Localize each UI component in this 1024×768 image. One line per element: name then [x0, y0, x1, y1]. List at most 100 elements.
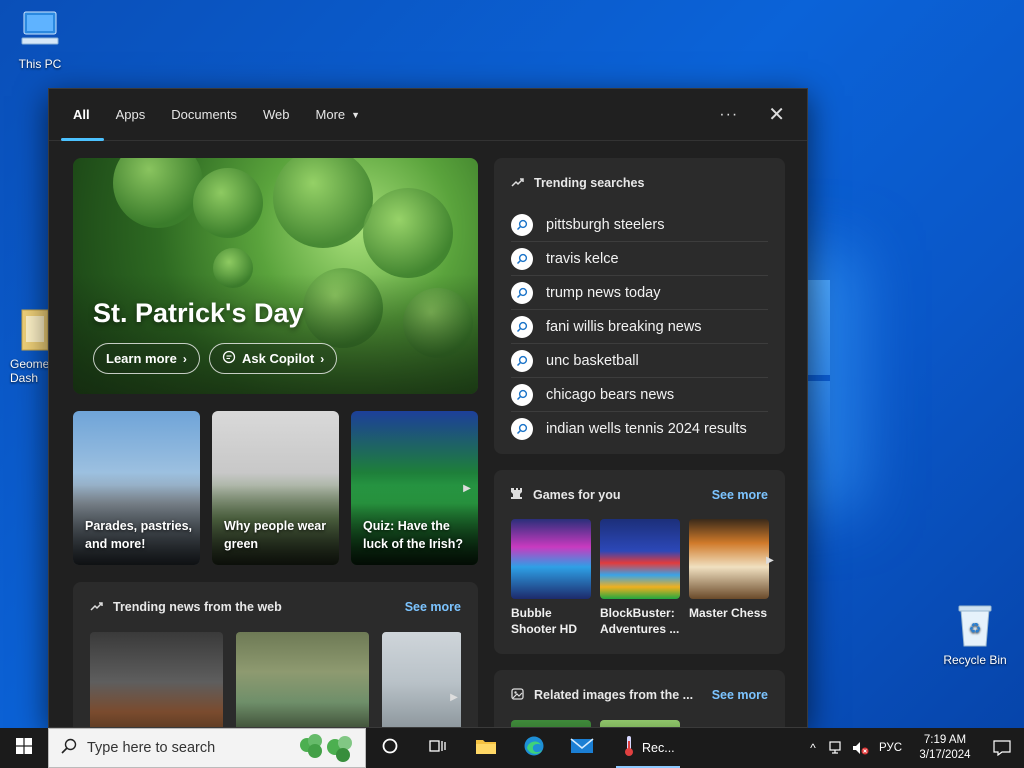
carousel-next-icon[interactable]: ▶ — [447, 688, 461, 706]
desktop-icon-label: This PC — [18, 57, 62, 71]
related-image-list — [511, 720, 701, 727]
game-tile[interactable]: BlockBuster: Adventures ... — [600, 519, 680, 637]
game-title: BlockBuster: Adventures ... — [600, 606, 680, 636]
more-options-icon[interactable]: ··· — [719, 106, 738, 124]
trending-search-text: travis kelce — [546, 250, 619, 267]
notification-icon[interactable] — [980, 740, 1024, 756]
clover-decoration — [193, 168, 263, 238]
trending-search-text: indian wells tennis 2024 results — [546, 421, 747, 437]
task-view-icon — [429, 739, 447, 758]
taskbar: Type here to search Rec... ^ РУС 7:19 AM… — [0, 728, 1024, 768]
tab-all[interactable]: All — [61, 89, 103, 141]
related-image[interactable] — [600, 720, 680, 727]
tab-documents[interactable]: Documents — [171, 89, 237, 141]
mail-button[interactable] — [558, 728, 606, 768]
recycle-bin-icon: ♻ — [937, 602, 1013, 651]
desktop-icon-this-pc[interactable]: This PC — [2, 10, 78, 71]
tab-label: Documents — [171, 107, 238, 122]
clover-decoration — [113, 158, 203, 228]
card-label: Why people wear green — [224, 519, 327, 551]
search-panel: All Apps Documents Web More ▼ ··· ✕ St. P… — [48, 88, 808, 728]
carousel-next-icon[interactable]: ▶ — [460, 479, 474, 497]
game-title: Bubble Shooter HD — [511, 606, 577, 636]
image-icon — [511, 687, 524, 703]
network-icon[interactable] — [825, 741, 849, 755]
task-view-button[interactable] — [414, 728, 462, 768]
cortana-button[interactable] — [366, 728, 414, 768]
trending-search-text: trump news today — [546, 284, 661, 301]
story-card[interactable]: Why people wear green — [212, 411, 339, 565]
language-indicator[interactable]: РУС — [879, 742, 902, 754]
trending-search-item[interactable]: chicago bears news — [511, 378, 768, 412]
section-title: Related images from the ... — [534, 688, 694, 702]
tab-apps[interactable]: Apps — [116, 89, 146, 141]
related-images-section: Related images from the ... See more — [494, 670, 785, 727]
trending-search-item[interactable]: trump news today — [511, 276, 768, 310]
edge-icon — [523, 735, 545, 762]
game-tile[interactable]: Bubble Shooter HD — [511, 519, 591, 637]
search-icon — [61, 738, 77, 758]
tab-label: All — [73, 107, 90, 122]
related-image[interactable] — [511, 720, 591, 727]
file-explorer-button[interactable] — [462, 728, 510, 768]
see-more-link[interactable]: See more — [712, 488, 768, 502]
game-art-bubble-shooter — [511, 519, 591, 599]
desktop-icon-recycle-bin[interactable]: ♻ Recycle Bin — [937, 602, 1013, 667]
ask-copilot-button[interactable]: Ask Copilot › — [209, 343, 338, 374]
trending-search-item[interactable]: travis kelce — [511, 242, 768, 276]
trending-icon — [511, 176, 524, 190]
carousel-next-icon[interactable]: ▶ — [763, 551, 777, 569]
trending-search-item[interactable]: fani willis breaking news — [511, 310, 768, 344]
mail-icon — [570, 737, 594, 760]
story-card[interactable]: Quiz: Have the luck of the Irish? ▶ — [351, 411, 478, 565]
taskbar-search-box[interactable]: Type here to search — [48, 728, 366, 768]
trending-search-item[interactable]: indian wells tennis 2024 results — [511, 412, 768, 446]
game-tile[interactable]: Master Chess — [689, 519, 769, 621]
computer-icon — [2, 10, 78, 55]
news-thumbnail[interactable] — [90, 632, 223, 727]
hero-card-st-patricks[interactable]: St. Patrick's Day Learn more › Ask Copil… — [73, 158, 478, 394]
recorder-app-button[interactable]: Rec... — [606, 728, 690, 768]
clock-date: 3/17/2024 — [919, 749, 971, 761]
button-label: Learn more — [106, 351, 177, 366]
game-art-master-chess — [689, 519, 769, 599]
section-title: Trending searches — [534, 176, 645, 190]
thermometer-icon — [622, 735, 636, 762]
search-tabs-bar: All Apps Documents Web More ▼ ··· ✕ — [49, 89, 807, 141]
games-list: Bubble Shooter HD BlockBuster: Adventure… — [511, 519, 777, 649]
news-thumbnail[interactable] — [236, 632, 369, 727]
cortana-circle-icon — [382, 738, 398, 759]
learn-more-button[interactable]: Learn more › — [93, 343, 200, 374]
start-button[interactable] — [0, 728, 48, 768]
tab-label: Web — [263, 107, 290, 122]
desktop-icon-label: Recycle Bin — [943, 653, 1007, 667]
edge-browser-button[interactable] — [510, 728, 558, 768]
chevron-up-icon[interactable]: ^ — [801, 741, 825, 755]
search-icon — [511, 213, 533, 236]
trending-search-text: fani willis breaking news — [546, 318, 702, 335]
shamrock-icon — [293, 733, 357, 765]
svg-text:♻: ♻ — [969, 620, 982, 636]
section-title: Trending news from the web — [113, 600, 282, 614]
trending-search-item[interactable]: pittsburgh steelers — [511, 208, 768, 242]
story-card[interactable]: Parades, pastries, and more! — [73, 411, 200, 565]
trending-search-item[interactable]: unc basketball — [511, 344, 768, 378]
trending-search-text: pittsburgh steelers — [546, 216, 665, 233]
tab-web[interactable]: Web — [263, 89, 290, 141]
tab-label: Apps — [115, 107, 146, 122]
search-icon — [511, 315, 533, 338]
close-icon[interactable]: ✕ — [768, 105, 785, 125]
hero-shade — [73, 274, 478, 394]
button-label: Ask Copilot — [242, 351, 315, 366]
volume-muted-icon[interactable] — [849, 741, 873, 755]
clock[interactable]: 7:19 AM 3/17/2024 — [910, 733, 980, 763]
game-title: Master Chess — [689, 606, 768, 620]
search-icon — [511, 349, 533, 372]
trending-icon — [90, 600, 103, 614]
tab-more[interactable]: More ▼ — [316, 89, 361, 141]
see-more-link[interactable]: See more — [712, 688, 768, 702]
news-thumbnail[interactable] — [382, 632, 461, 727]
clover-decoration — [273, 158, 373, 248]
see-more-link[interactable]: See more — [405, 600, 461, 614]
system-tray: ^ РУС 7:19 AM 3/17/2024 — [801, 728, 1024, 768]
